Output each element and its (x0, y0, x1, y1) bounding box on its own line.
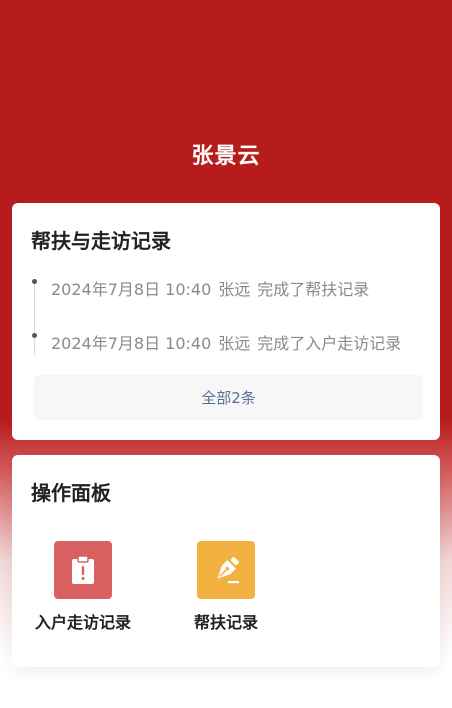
records-heading: 帮扶与走访记录 (31, 229, 171, 253)
timeline-item: 2024年7月8日 10:40 张远 完成了入户走访记录 (12, 330, 440, 354)
panel-heading: 操作面板 (31, 481, 111, 505)
clipboard-alert-icon (54, 541, 112, 599)
record-time: 2024年7月8日 10:40 (51, 334, 212, 353)
records-card: 帮扶与走访记录 2024年7月8日 10:40 张远 完成了帮扶记录 2024年7月… (12, 203, 440, 440)
operation-panel-card: 操作面板 入户走访记录 帮扶记录 (12, 455, 440, 667)
person-name-title: 张景云 (191, 144, 261, 169)
record-action: 完成了入户走访记录 (257, 334, 402, 353)
assistance-record-button[interactable]: 帮扶记录 (161, 541, 291, 636)
pen-nib-icon (197, 541, 255, 599)
timeline-item: 2024年7月8日 10:40 张远 完成了帮扶记录 (12, 276, 440, 300)
view-all-records-button[interactable]: 全部2条 (34, 375, 423, 420)
home-visit-record-label: 入户走访记录 (34, 613, 131, 632)
timeline-dot (32, 279, 37, 284)
assistance-record-label: 帮扶记录 (193, 613, 258, 632)
record-time: 2024年7月8日 10:40 (51, 280, 212, 299)
record-person: 张远 (218, 334, 251, 353)
record-action: 完成了帮扶记录 (257, 280, 370, 299)
home-visit-record-button[interactable]: 入户走访记录 (18, 541, 148, 636)
record-person: 张远 (218, 280, 251, 299)
timeline-dot (32, 333, 37, 338)
